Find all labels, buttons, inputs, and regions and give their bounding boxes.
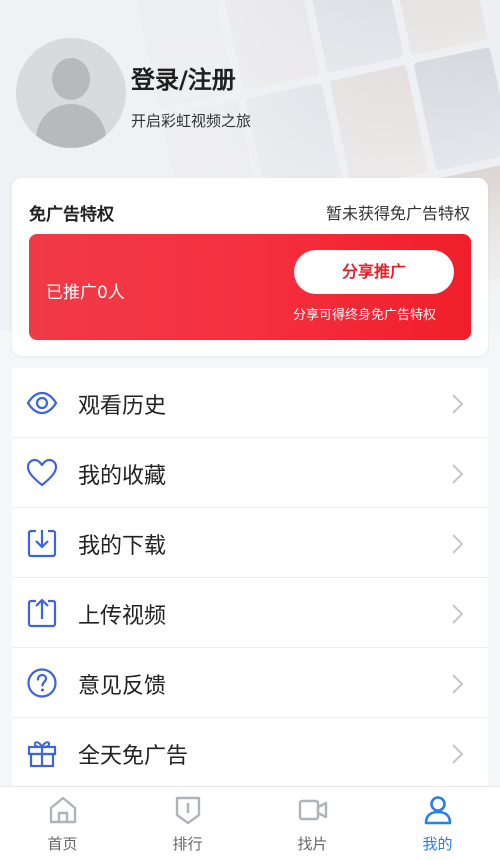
promoted-count: 已推广0人: [46, 283, 125, 303]
chevron-right-icon: [452, 674, 464, 694]
video-camera-icon: [298, 799, 328, 821]
menu-item-upload-video[interactable]: 上传视频: [12, 578, 488, 648]
menu-item-label: 意见反馈: [78, 674, 167, 699]
login-register-link[interactable]: 登录/注册: [131, 60, 236, 95]
download-icon: [27, 529, 57, 558]
user-icon: [424, 796, 452, 825]
tab-mine[interactable]: 我的: [375, 787, 500, 860]
menu-item-feedback[interactable]: 意见反馈: [12, 648, 488, 718]
home-icon: [49, 796, 77, 824]
chevron-right-icon: [452, 534, 464, 554]
menu-item-watch-history[interactable]: 观看历史: [12, 368, 488, 438]
upload-icon: [27, 598, 57, 628]
tab-label: 首页: [47, 835, 78, 853]
menu-list: 观看历史 我的收藏 我的下载 上传视频 意见反馈 全天免广告: [12, 368, 488, 786]
share-promote-button[interactable]: 分享推广: [294, 250, 454, 294]
tab-find[interactable]: 找片: [250, 787, 375, 860]
avatar[interactable]: [16, 38, 126, 148]
tab-label: 排行: [172, 835, 203, 853]
menu-item-label: 我的下载: [78, 534, 167, 559]
chevron-right-icon: [452, 604, 464, 624]
adfree-title: 免广告特权: [29, 205, 114, 225]
chevron-right-icon: [452, 394, 464, 414]
menu-item-label: 上传视频: [78, 604, 167, 629]
rank-icon: [175, 796, 201, 825]
adfree-card: 免广告特权 暂未获得免广告特权 已推广0人 分享推广 分享可得终身免广告特权: [12, 178, 488, 356]
adfree-status: 暂未获得免广告特权: [325, 204, 470, 223]
menu-item-all-day-adfree[interactable]: 全天免广告: [12, 718, 488, 788]
chevron-right-icon: [452, 464, 464, 484]
eye-icon: [26, 391, 58, 415]
chevron-right-icon: [452, 744, 464, 764]
share-note: 分享可得终身免广告特权: [293, 308, 437, 323]
promotion-banner: 已推广0人 分享推广 分享可得终身免广告特权: [29, 234, 471, 340]
profile-subtitle: 开启彩虹视频之旅: [131, 112, 252, 130]
tab-rank[interactable]: 排行: [125, 787, 250, 860]
tab-label: 我的: [422, 835, 453, 853]
tab-home[interactable]: 首页: [0, 787, 125, 860]
question-icon: [27, 668, 57, 698]
menu-item-downloads[interactable]: 我的下载: [12, 508, 488, 578]
menu-item-label: 观看历史: [78, 394, 167, 419]
bottom-tab-bar: 首页 排行 找片 我的: [0, 786, 500, 860]
tab-label: 找片: [297, 835, 328, 853]
menu-item-label: 全天免广告: [78, 744, 189, 769]
menu-item-favorites[interactable]: 我的收藏: [12, 438, 488, 508]
menu-item-label: 我的收藏: [78, 464, 167, 489]
heart-icon: [26, 458, 58, 487]
gift-icon: [27, 741, 57, 768]
